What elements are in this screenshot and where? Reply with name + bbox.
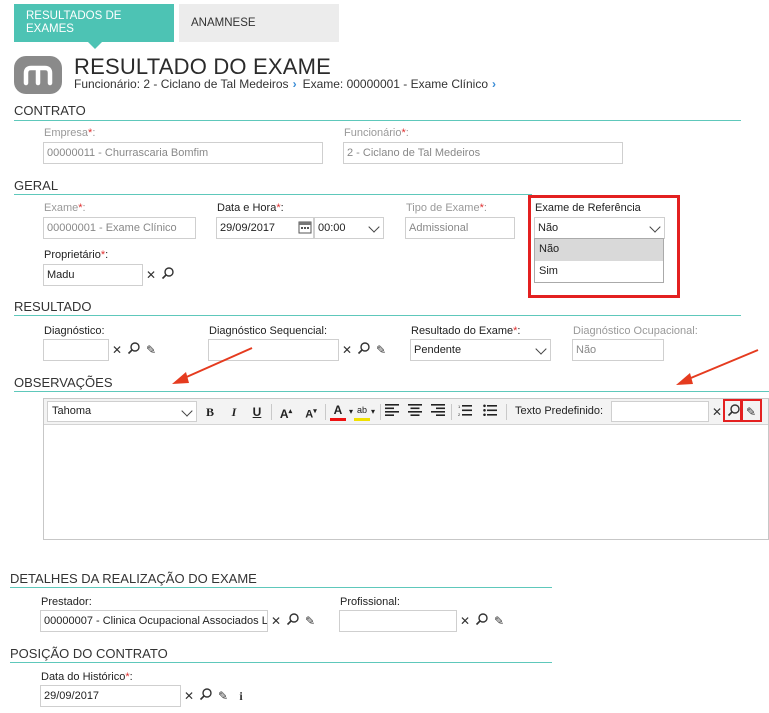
edit-icon[interactable]: ✎ — [491, 612, 507, 630]
search-icon[interactable] — [285, 612, 301, 630]
section-detalhes-title: DETALHES DA REALIZAÇÃO DO EXAME — [10, 571, 257, 586]
data-historico-label: Data do Histórico*: — [41, 671, 133, 683]
info-icon[interactable]: i — [233, 687, 249, 705]
prestador-input[interactable]: 00000007 - Clinica Ocupacional Associado… — [40, 610, 268, 632]
profissional-label: Profissional: — [340, 596, 400, 608]
section-divider — [10, 587, 552, 588]
clear-icon[interactable]: ✕ — [181, 687, 197, 705]
clear-icon[interactable]: ✕ — [268, 612, 284, 630]
data-historico-input[interactable]: 29/09/2017 — [40, 685, 181, 707]
search-icon[interactable] — [474, 612, 490, 630]
section-posicao-title: POSIÇÃO DO CONTRATO — [10, 646, 168, 661]
prestador-label: Prestador: — [41, 596, 92, 608]
clear-icon[interactable]: ✕ — [457, 612, 473, 630]
profissional-input[interactable] — [339, 610, 457, 632]
edit-icon[interactable]: ✎ — [302, 612, 318, 630]
section-divider — [10, 662, 552, 663]
edit-icon[interactable]: ✎ — [215, 687, 231, 705]
search-icon[interactable] — [198, 687, 214, 705]
